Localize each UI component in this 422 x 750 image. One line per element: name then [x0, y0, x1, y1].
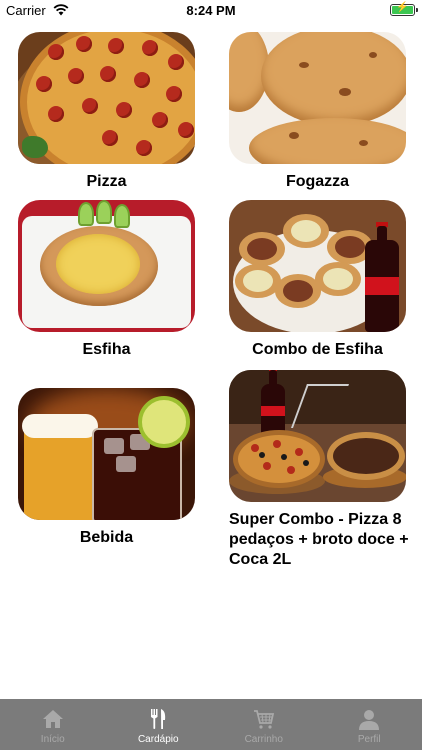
bebida-image	[18, 388, 195, 520]
menu-item-label: Esfiha	[82, 341, 131, 358]
combo-esfiha-image	[229, 200, 406, 332]
menu-item-fogazza[interactable]: Fogazza	[229, 32, 406, 192]
tab-label: Carrinho	[244, 734, 283, 745]
esfiha-image	[18, 200, 195, 332]
tab-label: Cardápio	[137, 734, 179, 745]
pizza-image	[18, 32, 195, 164]
menu-item-pizza[interactable]: Pizza	[18, 32, 195, 192]
tab-label: Início	[40, 734, 65, 745]
menu-item-label: Pizza	[86, 173, 127, 190]
tab-carrinho[interactable]: Carrinho	[211, 699, 317, 750]
clock: 8:24 PM	[186, 3, 236, 18]
menu-item-label: Combo de Esfiha	[252, 341, 383, 358]
menu-item-super-combo[interactable]: Super Combo - Pizza 8 pedaços + broto do…	[229, 370, 414, 570]
menu-item-label: Bebida	[79, 529, 134, 546]
tab-bar: Início Cardápio Carrinho Perfil	[0, 699, 422, 750]
tab-inicio[interactable]: Início	[0, 699, 106, 750]
menu-item-label: Fogazza	[285, 173, 350, 190]
tab-label: Perfil	[357, 734, 381, 745]
home-icon	[41, 707, 65, 731]
person-icon	[357, 707, 381, 731]
tab-cardapio[interactable]: Cardápio	[106, 699, 212, 750]
fogazza-image	[229, 32, 406, 164]
tab-perfil[interactable]: Perfil	[317, 699, 422, 750]
battery-icon: ⚡	[390, 2, 418, 16]
menu-item-combo-de-esfiha[interactable]: Combo de Esfiha	[229, 200, 406, 360]
menu-item-bebida[interactable]: Bebida	[18, 388, 195, 548]
fork-knife-icon	[146, 707, 170, 731]
status-bar: Carrier 8:24 PM ⚡	[0, 0, 422, 22]
menu-item-label: Super Combo - Pizza 8 pedaços + broto do…	[229, 511, 409, 568]
menu-item-esfiha[interactable]: Esfiha	[18, 200, 195, 360]
super-combo-image	[229, 370, 406, 502]
cart-icon	[252, 707, 276, 731]
